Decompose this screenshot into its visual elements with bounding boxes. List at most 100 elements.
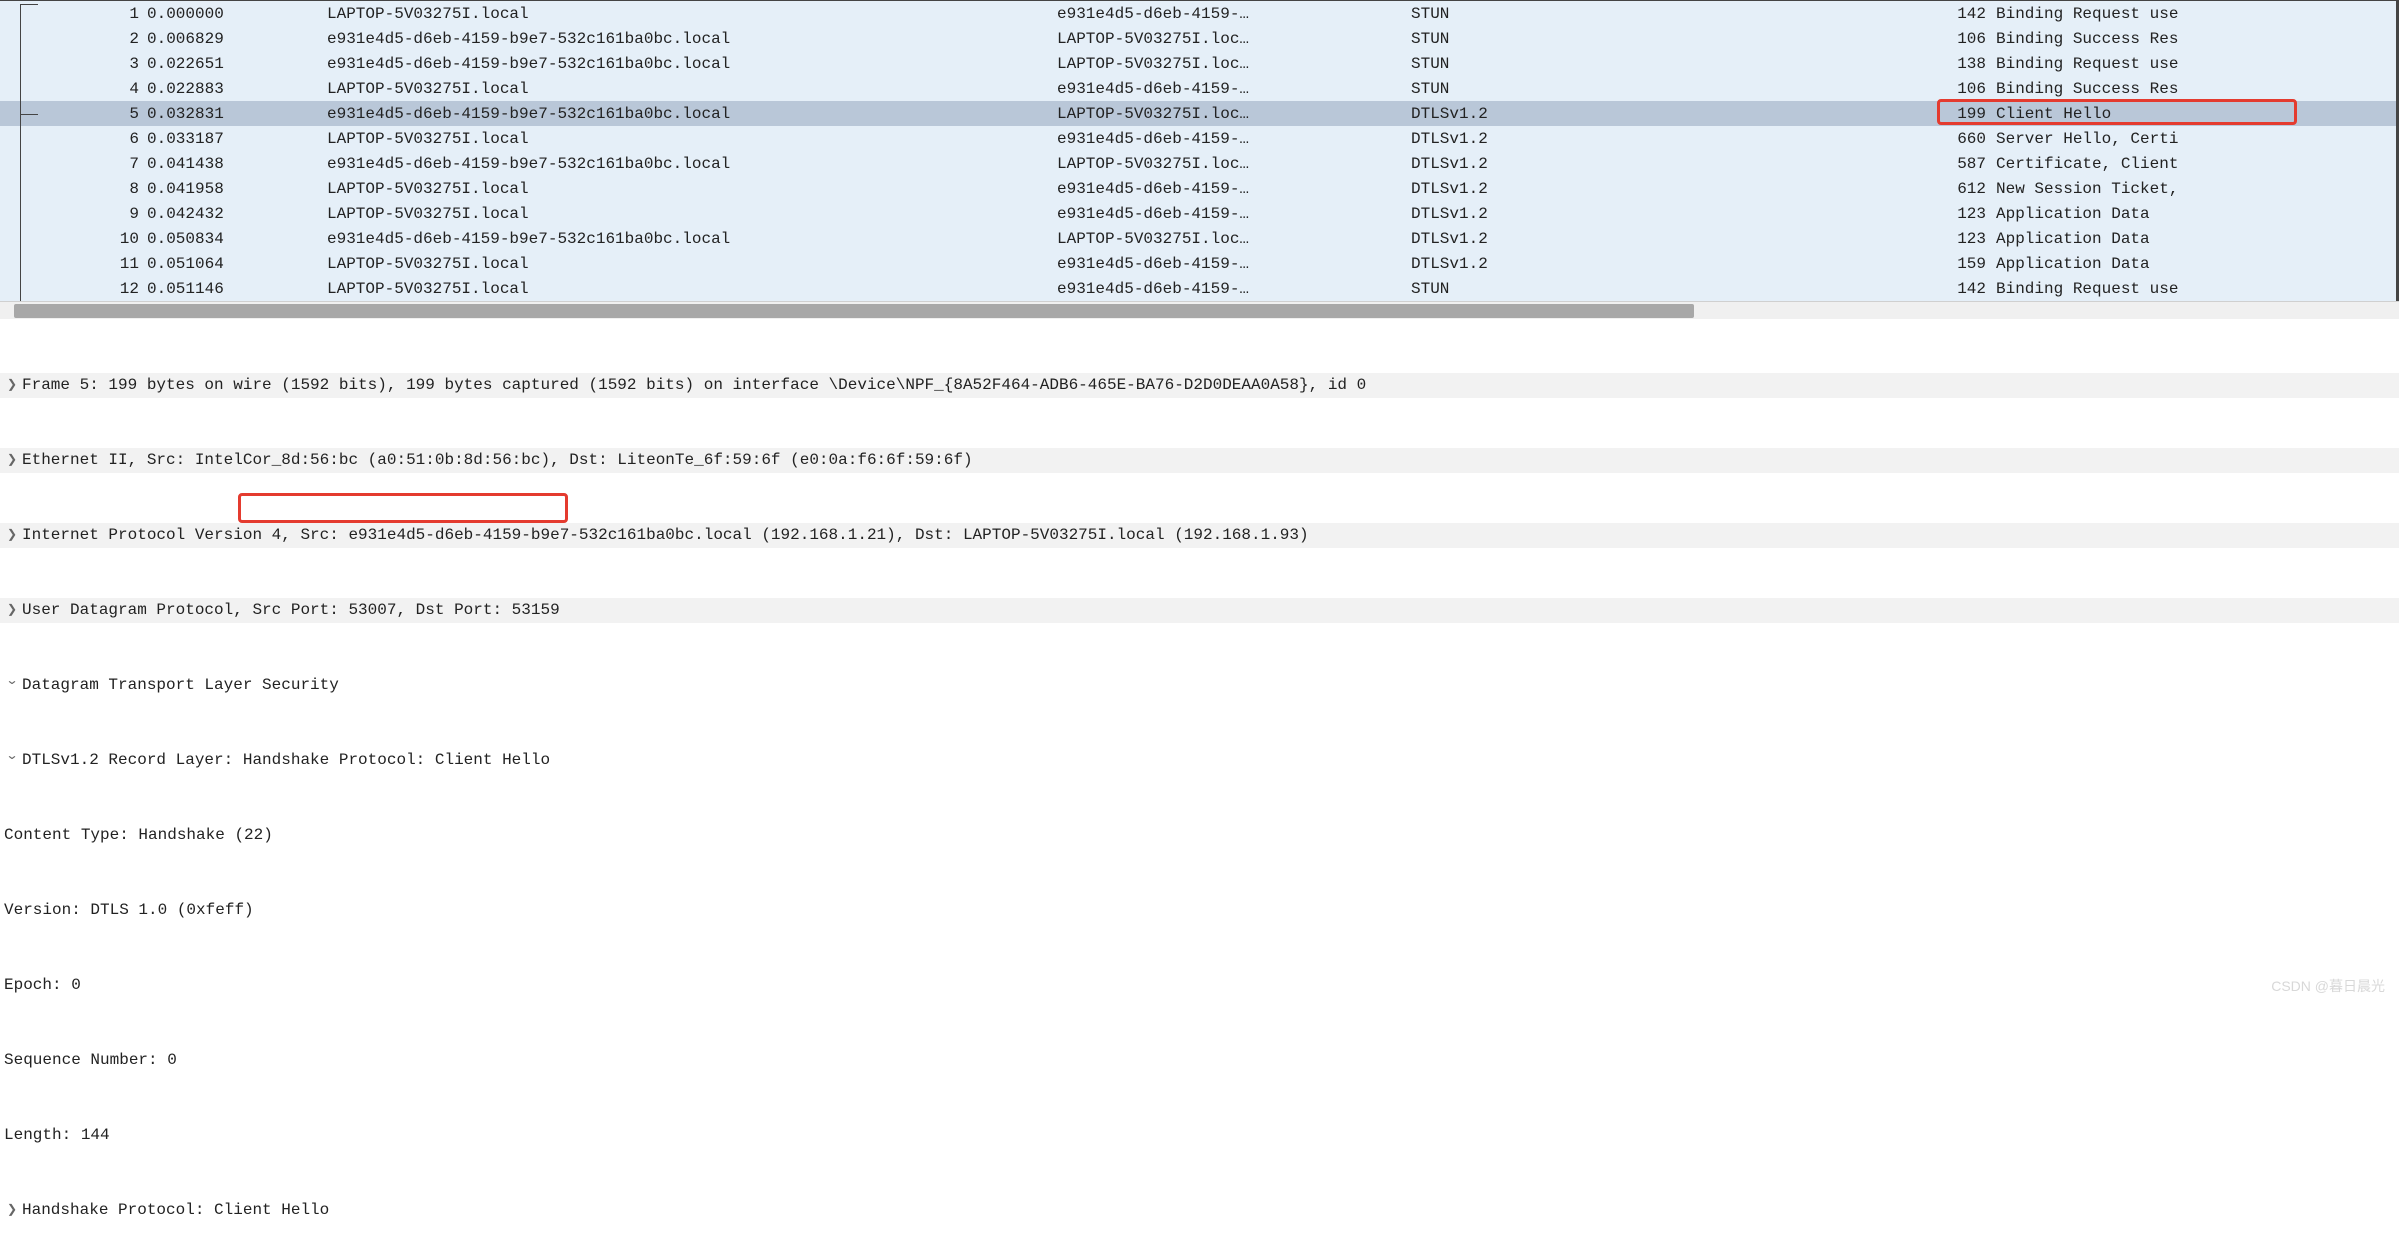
col-info: Server Hello, Certi	[1996, 130, 2396, 148]
detail-version-label: Version:	[4, 898, 81, 923]
col-info: Binding Success Res	[1996, 30, 2396, 48]
collapse-icon[interactable]	[4, 673, 20, 698]
col-dst: e931e4d5-d6eb-4159-…	[1057, 280, 1411, 298]
detail-frame[interactable]: Frame 5: 199 bytes on wire (1592 bits), …	[0, 373, 2399, 398]
col-info: Application Data	[1996, 205, 2396, 223]
col-info: Binding Request use	[1996, 55, 2396, 73]
col-proto: DTLSv1.2	[1411, 155, 1936, 173]
col-dst: e931e4d5-d6eb-4159-…	[1057, 255, 1411, 273]
col-info: Certificate, Client	[1996, 155, 2396, 173]
packet-list[interactable]: 10.000000LAPTOP-5V03275I.locale931e4d5-d…	[0, 0, 2399, 301]
packet-row[interactable]: 70.041438e931e4d5-d6eb-4159-b9e7-532c161…	[0, 151, 2396, 176]
detail-text: Length: 144	[4, 1123, 110, 1148]
col-info: Binding Request use	[1996, 280, 2396, 298]
detail-text: Datagram Transport Layer Security	[22, 673, 339, 698]
packet-row[interactable]: 100.050834e931e4d5-d6eb-4159-b9e7-532c16…	[0, 226, 2396, 251]
col-proto: DTLSv1.2	[1411, 130, 1936, 148]
expand-icon[interactable]	[4, 523, 20, 548]
col-time: 0.022651	[147, 55, 327, 73]
col-time: 0.032831	[147, 105, 327, 123]
detail-seqnum[interactable]: Sequence Number: 0	[0, 1048, 2399, 1073]
col-dst: LAPTOP-5V03275I.loc…	[1057, 30, 1411, 48]
col-info: New Session Ticket,	[1996, 180, 2396, 198]
col-proto: STUN	[1411, 280, 1936, 298]
detail-ethernet[interactable]: Ethernet II, Src: IntelCor_8d:56:bc (a0:…	[0, 448, 2399, 473]
col-time: 0.051064	[147, 255, 327, 273]
col-len: 612	[1936, 180, 1996, 198]
col-len: 142	[1936, 280, 1996, 298]
packet-row[interactable]: 60.033187LAPTOP-5V03275I.locale931e4d5-d…	[0, 126, 2396, 151]
packet-row[interactable]: 30.022651e931e4d5-d6eb-4159-b9e7-532c161…	[0, 51, 2396, 76]
packet-row[interactable]: 110.051064LAPTOP-5V03275I.locale931e4d5-…	[0, 251, 2396, 276]
detail-udp[interactable]: User Datagram Protocol, Src Port: 53007,…	[0, 598, 2399, 623]
expand-icon[interactable]	[4, 448, 20, 473]
col-no: 5	[65, 105, 147, 123]
col-src: LAPTOP-5V03275I.local	[327, 130, 1057, 148]
packet-row[interactable]: 120.051146LAPTOP-5V03275I.locale931e4d5-…	[0, 276, 2396, 301]
packet-row[interactable]: 10.000000LAPTOP-5V03275I.locale931e4d5-d…	[0, 1, 2396, 26]
col-dst: e931e4d5-d6eb-4159-…	[1057, 180, 1411, 198]
detail-content-type[interactable]: Content Type: Handshake (22)	[0, 823, 2399, 848]
col-src: LAPTOP-5V03275I.local	[327, 180, 1057, 198]
col-no: 10	[65, 230, 147, 248]
packet-row[interactable]: 40.022883LAPTOP-5V03275I.locale931e4d5-d…	[0, 76, 2396, 101]
col-info: Binding Request use	[1996, 5, 2396, 23]
detail-version-value: DTLS 1.0 (0xfeff)	[81, 898, 254, 923]
detail-text: Epoch: 0	[4, 973, 81, 998]
col-info: Application Data	[1996, 230, 2396, 248]
detail-text: Content Type: Handshake (22)	[4, 823, 273, 848]
col-proto: STUN	[1411, 80, 1936, 98]
col-proto: DTLSv1.2	[1411, 205, 1936, 223]
detail-record-layer[interactable]: DTLSv1.2 Record Layer: Handshake Protoco…	[0, 748, 2399, 773]
col-time: 0.022883	[147, 80, 327, 98]
col-len: 660	[1936, 130, 1996, 148]
col-time: 0.050834	[147, 230, 327, 248]
packet-row[interactable]: 80.041958LAPTOP-5V03275I.locale931e4d5-d…	[0, 176, 2396, 201]
packet-row[interactable]: 20.006829e931e4d5-d6eb-4159-b9e7-532c161…	[0, 26, 2396, 51]
packet-row[interactable]: 90.042432LAPTOP-5V03275I.locale931e4d5-d…	[0, 201, 2396, 226]
col-dst: LAPTOP-5V03275I.loc…	[1057, 230, 1411, 248]
collapse-icon[interactable]	[4, 748, 20, 773]
col-len: 123	[1936, 205, 1996, 223]
col-len: 199	[1936, 105, 1996, 123]
col-no: 3	[65, 55, 147, 73]
col-src: e931e4d5-d6eb-4159-b9e7-532c161ba0bc.loc…	[327, 230, 1057, 248]
col-dst: LAPTOP-5V03275I.loc…	[1057, 55, 1411, 73]
col-dst: e931e4d5-d6eb-4159-…	[1057, 130, 1411, 148]
detail-dtls[interactable]: Datagram Transport Layer Security	[0, 673, 2399, 698]
col-no: 6	[65, 130, 147, 148]
col-proto: DTLSv1.2	[1411, 230, 1936, 248]
detail-epoch[interactable]: Epoch: 0	[0, 973, 2399, 998]
col-time: 0.042432	[147, 205, 327, 223]
col-time: 0.041438	[147, 155, 327, 173]
packet-row[interactable]: 50.032831e931e4d5-d6eb-4159-b9e7-532c161…	[0, 101, 2396, 126]
col-src: e931e4d5-d6eb-4159-b9e7-532c161ba0bc.loc…	[327, 30, 1057, 48]
col-len: 123	[1936, 230, 1996, 248]
scrollbar-thumb[interactable]	[14, 304, 1694, 318]
detail-ip[interactable]: Internet Protocol Version 4, Src: e931e4…	[0, 523, 2399, 548]
col-proto: STUN	[1411, 5, 1936, 23]
detail-text: User Datagram Protocol, Src Port: 53007,…	[22, 598, 560, 623]
detail-handshake[interactable]: Handshake Protocol: Client Hello	[0, 1198, 2399, 1223]
col-info: Client Hello	[1996, 105, 2396, 123]
detail-text: Internet Protocol Version 4, Src: e931e4…	[22, 523, 1309, 548]
col-no: 8	[65, 180, 147, 198]
detail-text: Ethernet II, Src: IntelCor_8d:56:bc (a0:…	[22, 448, 973, 473]
detail-text: Handshake Protocol: Client Hello	[22, 1198, 329, 1223]
col-dst: e931e4d5-d6eb-4159-…	[1057, 205, 1411, 223]
expand-icon[interactable]	[4, 598, 20, 623]
detail-text: DTLSv1.2 Record Layer: Handshake Protoco…	[22, 748, 550, 773]
col-len: 142	[1936, 5, 1996, 23]
horizontal-scrollbar[interactable]	[0, 301, 2399, 319]
col-time: 0.006829	[147, 30, 327, 48]
expand-icon[interactable]	[4, 1198, 20, 1223]
col-dst: LAPTOP-5V03275I.loc…	[1057, 155, 1411, 173]
expand-icon[interactable]	[4, 373, 20, 398]
detail-text: Frame 5: 199 bytes on wire (1592 bits), …	[22, 373, 1366, 398]
packet-details-pane[interactable]: Frame 5: 199 bytes on wire (1592 bits), …	[0, 319, 2399, 1248]
col-src: LAPTOP-5V03275I.local	[327, 205, 1057, 223]
col-src: LAPTOP-5V03275I.local	[327, 255, 1057, 273]
col-proto: DTLSv1.2	[1411, 105, 1936, 123]
detail-length[interactable]: Length: 144	[0, 1123, 2399, 1148]
detail-version[interactable]: Version: DTLS 1.0 (0xfeff)	[0, 898, 2399, 923]
